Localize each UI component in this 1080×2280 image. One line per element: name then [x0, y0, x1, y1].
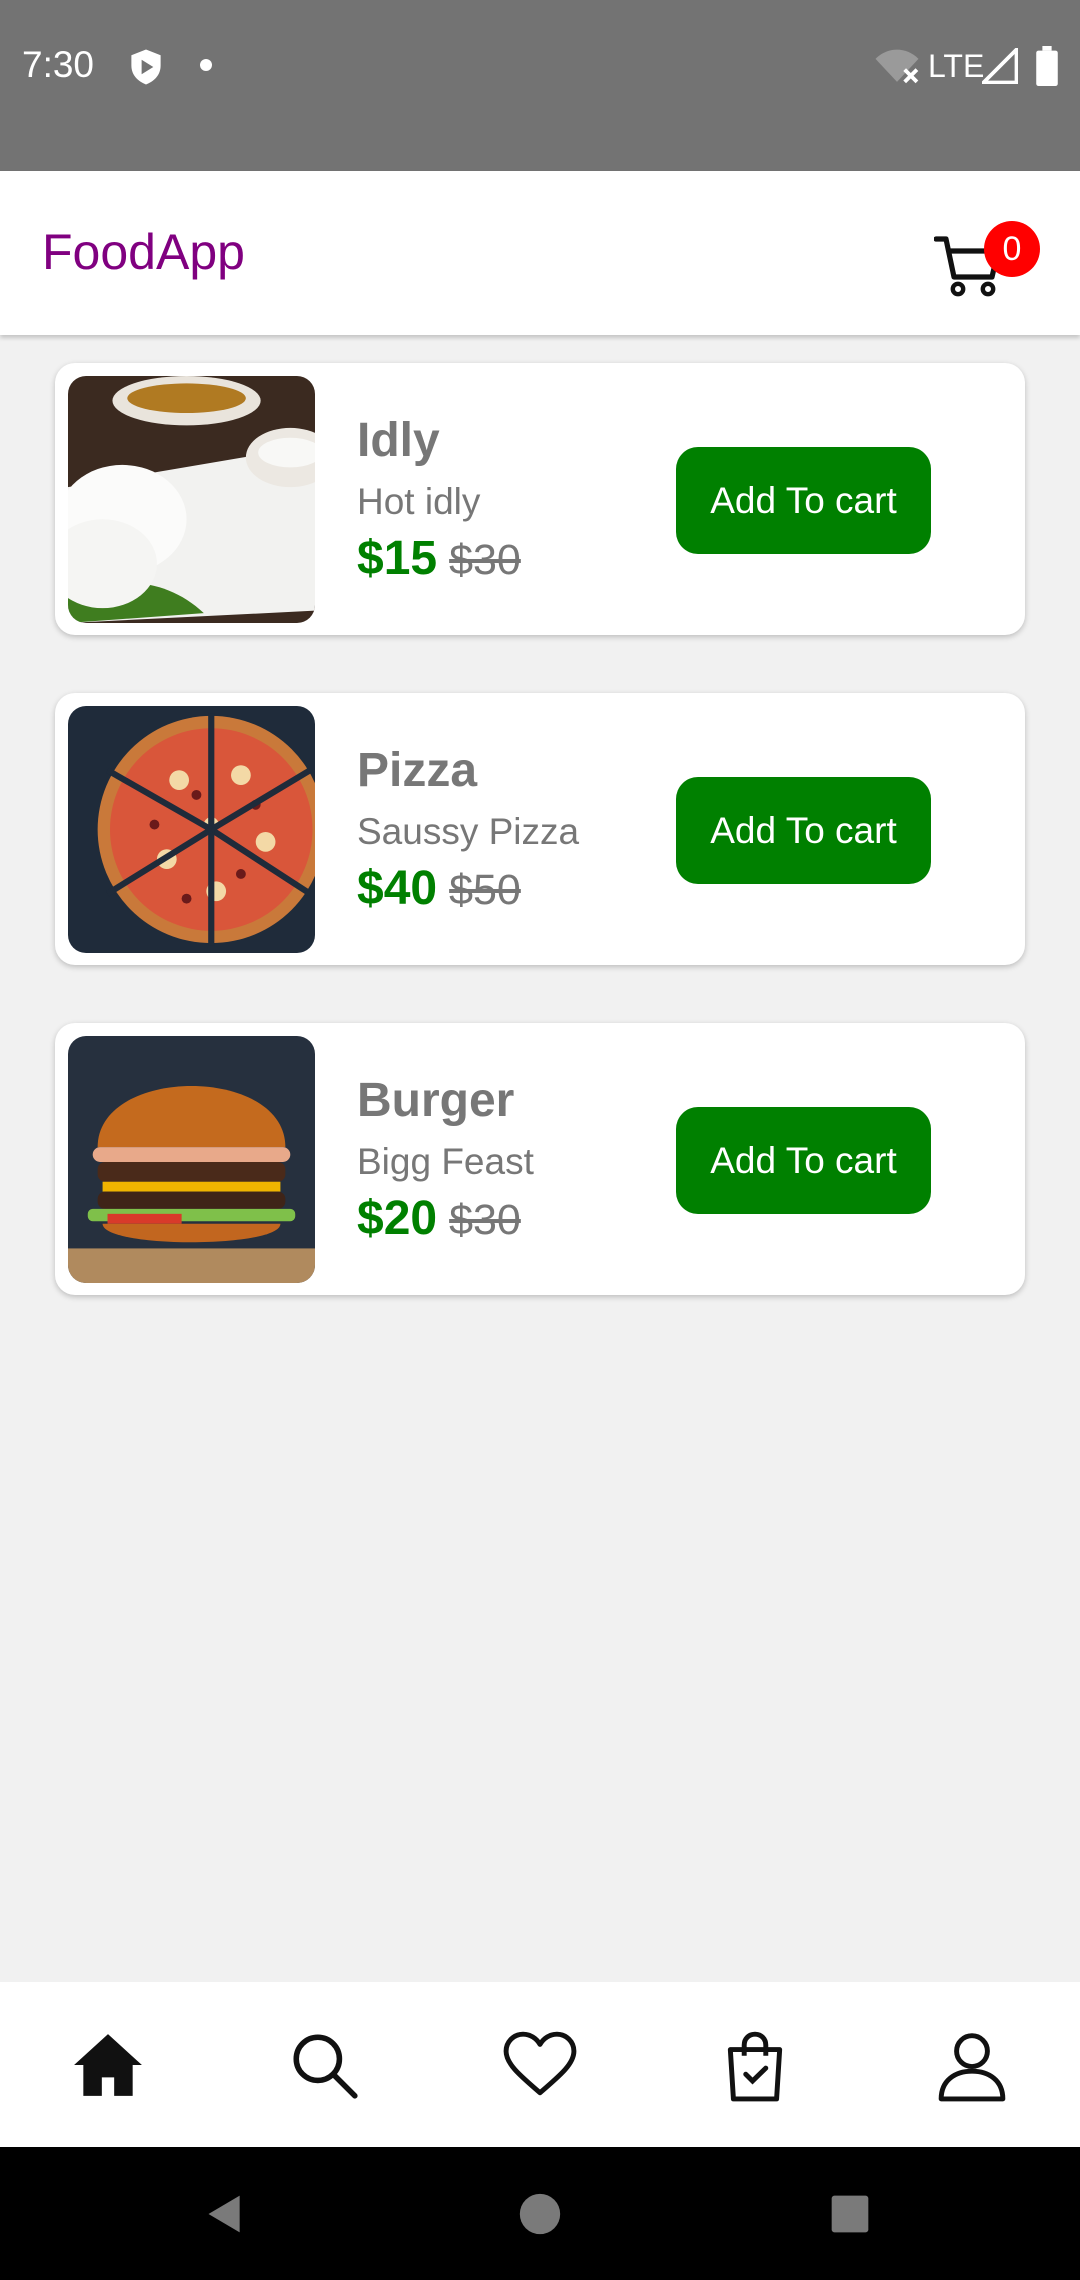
home-icon — [74, 2033, 142, 2096]
product-price: $15 — [357, 532, 438, 585]
add-to-cart-button[interactable]: Add To cart — [676, 1107, 931, 1214]
search-icon — [293, 2033, 358, 2099]
price-row: $40 $50 — [357, 861, 521, 916]
bottom-navigation — [0, 1982, 1080, 2147]
product-name: Idly — [357, 414, 440, 467]
shield-icon — [131, 49, 161, 85]
product-old-price: $50 — [449, 866, 521, 914]
product-card-burger: Burger Bigg Feast $20 $30 Add To cart — [55, 1023, 1025, 1295]
burger-photo — [68, 1036, 315, 1283]
product-name: Pizza — [357, 744, 478, 797]
recents-button[interactable] — [815, 2179, 885, 2249]
nav-orders[interactable] — [705, 1982, 805, 2147]
product-price: $20 — [357, 1192, 438, 1245]
product-old-price: $30 — [449, 1196, 521, 1244]
wifi-off-icon — [875, 49, 919, 84]
product-description: Hot idly — [357, 481, 481, 522]
nav-profile[interactable] — [922, 1982, 1022, 2147]
app-bar: FoodApp 0 — [0, 171, 1080, 335]
product-card-pizza: Pizza Saussy Pizza $40 $50 Add To cart — [55, 693, 1025, 965]
product-description: Bigg Feast — [357, 1141, 534, 1182]
notification-dot — [200, 59, 212, 71]
home-system-button[interactable] — [505, 2179, 575, 2249]
heart-icon — [503, 2031, 577, 2095]
home-circle-icon — [519, 2193, 561, 2235]
system-navigation-bar — [0, 2147, 1080, 2280]
profile-icon — [938, 2032, 1006, 2101]
screen: 7:30 LTE FoodApp 0 Idly Hot idly $15 $30… — [0, 0, 1080, 2280]
back-button[interactable] — [190, 2179, 260, 2249]
signal-icon — [982, 48, 1018, 84]
shopping-bag-icon — [727, 2031, 783, 2101]
back-icon — [208, 2195, 240, 2233]
idly-photo — [68, 376, 315, 623]
app-title: FoodApp — [42, 224, 245, 280]
product-description: Saussy Pizza — [357, 811, 580, 852]
nav-search[interactable] — [274, 1982, 374, 2147]
product-card-idly: Idly Hot idly $15 $30 Add To cart — [55, 363, 1025, 635]
add-to-cart-button[interactable]: Add To cart — [676, 777, 931, 884]
status-time: 7:30 — [22, 44, 95, 85]
cart-button[interactable]: 0 — [934, 221, 1044, 301]
product-name: Burger — [357, 1074, 515, 1127]
product-price: $40 — [357, 862, 438, 915]
price-row: $20 $30 — [357, 1191, 521, 1246]
cart-count-badge: 0 — [984, 221, 1040, 277]
status-bar: 7:30 LTE — [0, 0, 1080, 171]
pizza-photo — [68, 706, 315, 953]
product-old-price: $30 — [449, 536, 521, 584]
nav-favorites[interactable] — [490, 1982, 590, 2147]
battery-icon — [1036, 46, 1058, 86]
price-row: $15 $30 — [357, 531, 521, 586]
recents-icon — [831, 2195, 869, 2233]
network-type: LTE — [928, 48, 985, 84]
add-to-cart-button[interactable]: Add To cart — [676, 447, 931, 554]
nav-home[interactable] — [58, 1982, 158, 2147]
